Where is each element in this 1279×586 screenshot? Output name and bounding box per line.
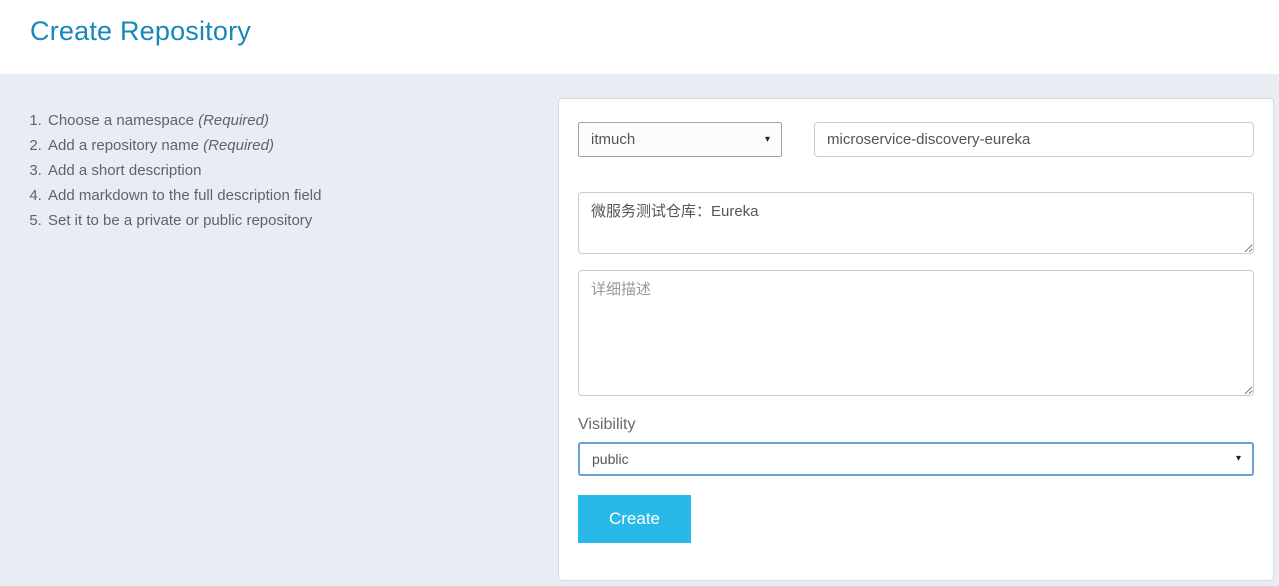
instruction-text: Add a repository name xyxy=(48,137,204,154)
instruction-required-note: (Required) xyxy=(203,137,274,154)
instruction-item: Add a repository name (Required) xyxy=(46,133,321,158)
namespace-select[interactable]: itmuch ▾ xyxy=(578,122,782,157)
content-area: Choose a namespace (Required) Add a repo… xyxy=(0,74,1279,586)
namespace-select-value: itmuch xyxy=(591,131,636,148)
chevron-down-icon: ▾ xyxy=(1235,453,1241,465)
instruction-item: Add a short description xyxy=(46,158,321,183)
instruction-text: Set it to be a private or public reposit… xyxy=(48,212,313,229)
create-repository-form-panel: itmuch ▾ 微服务测试仓库：Eureka Visibility publi… xyxy=(558,98,1274,581)
chevron-down-icon: ▾ xyxy=(764,133,770,145)
short-description-textarea[interactable]: 微服务测试仓库：Eureka xyxy=(578,192,1254,254)
visibility-select-value: public xyxy=(592,451,629,467)
instruction-text: Add a short description xyxy=(48,162,202,179)
visibility-label: Visibility xyxy=(578,416,636,433)
page-header: Create Repository xyxy=(0,0,1279,74)
repository-name-input[interactable] xyxy=(814,122,1254,157)
instructions-list: Choose a namespace (Required) Add a repo… xyxy=(30,108,321,233)
instruction-required-note: (Required) xyxy=(198,112,269,129)
instruction-item: Add markdown to the full description fie… xyxy=(46,183,321,208)
instruction-item: Set it to be a private or public reposit… xyxy=(46,208,321,233)
instruction-text: Add markdown to the full description fie… xyxy=(48,187,322,204)
full-description-textarea[interactable] xyxy=(578,270,1254,396)
instruction-item: Choose a namespace (Required) xyxy=(46,108,321,133)
create-button[interactable]: Create xyxy=(578,495,691,543)
visibility-select[interactable]: public ▾ xyxy=(578,442,1254,476)
instruction-text: Choose a namespace xyxy=(48,112,199,129)
page-title: Create Repository xyxy=(30,16,251,46)
